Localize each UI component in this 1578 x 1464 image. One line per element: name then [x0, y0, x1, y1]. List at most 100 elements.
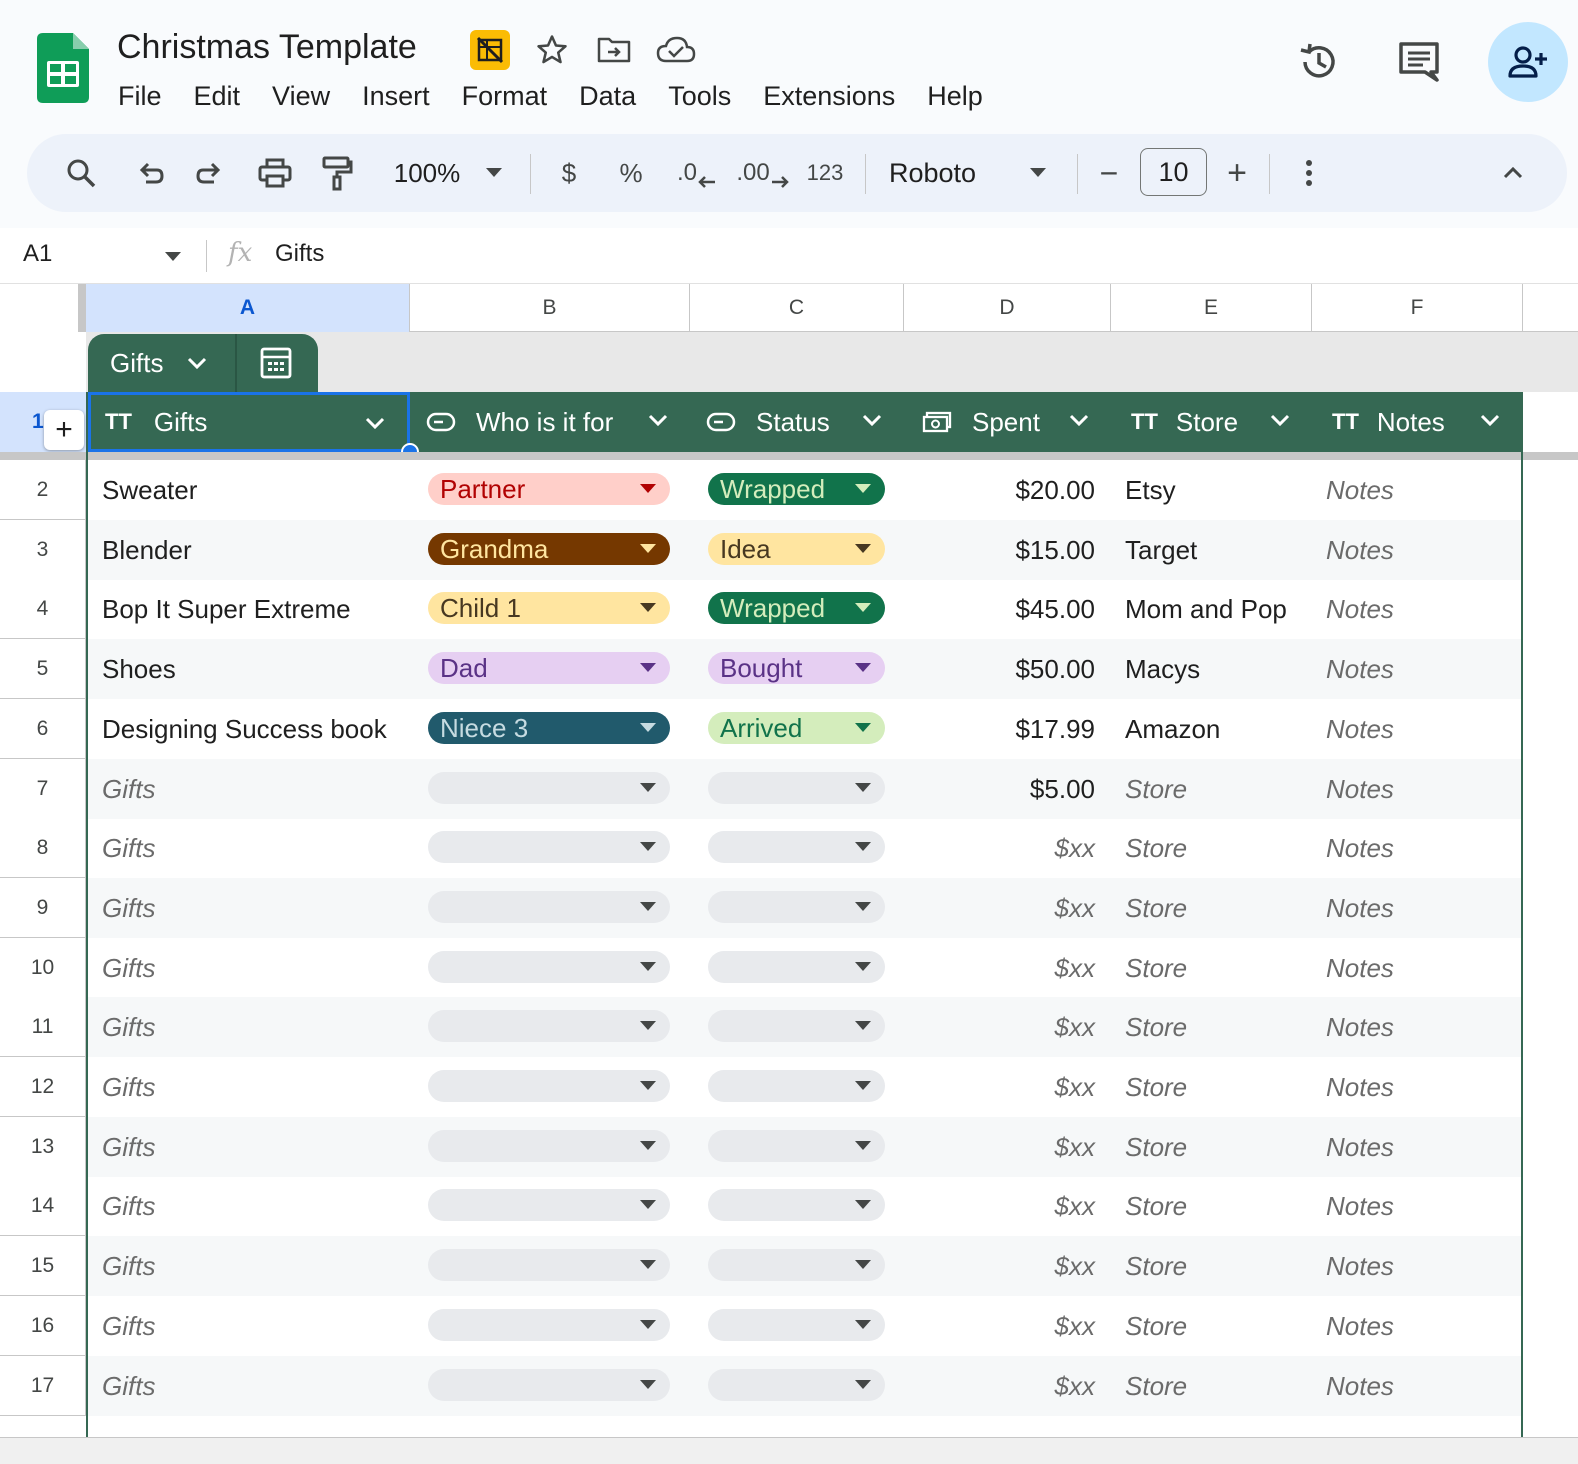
notes-cell[interactable]: Notes	[1312, 1176, 1522, 1236]
gift-cell[interactable]: Gifts	[88, 1296, 410, 1356]
increase-decimal-button[interactable]: .00	[731, 134, 795, 212]
format-currency-button[interactable]: $	[543, 134, 595, 212]
recipient-chip[interactable]	[428, 1130, 670, 1162]
notes-cell[interactable]: Notes	[1312, 938, 1522, 998]
collapse-menus-icon[interactable]	[1493, 134, 1533, 212]
store-cell[interactable]: Etsy	[1111, 460, 1312, 520]
print-icon[interactable]	[247, 134, 303, 212]
spent-cell[interactable]: $xx	[904, 1356, 1111, 1416]
recipient-chip[interactable]	[428, 1369, 670, 1401]
notes-cell[interactable]: Notes	[1312, 1296, 1522, 1356]
name-box-caret-icon[interactable]	[165, 252, 181, 262]
spent-cell[interactable]: $xx	[904, 938, 1111, 998]
notes-cell[interactable]: Notes	[1312, 460, 1522, 520]
recipient-chip[interactable]	[428, 831, 670, 863]
move-to-folder-icon[interactable]	[594, 30, 634, 70]
row-header[interactable]: 14	[0, 1176, 86, 1236]
gift-cell[interactable]: Gifts	[88, 1117, 410, 1177]
store-cell[interactable]: Amazon	[1111, 699, 1312, 759]
row-header[interactable]: 12	[0, 1057, 86, 1117]
status-chip[interactable]	[708, 1249, 885, 1281]
spent-cell[interactable]: $xx	[904, 1117, 1111, 1177]
recipient-chip[interactable]	[428, 772, 670, 804]
menu-help[interactable]: Help	[911, 78, 999, 114]
status-chip[interactable]: Wrapped	[708, 592, 885, 624]
gift-cell[interactable]: Blender	[88, 520, 410, 580]
undo-icon[interactable]	[121, 134, 177, 212]
status-chip[interactable]	[708, 1369, 885, 1401]
notes-cell[interactable]: Notes	[1312, 1057, 1522, 1117]
chevron-down-icon[interactable]	[1069, 414, 1089, 426]
row-header[interactable]: 9	[0, 878, 86, 938]
gift-cell[interactable]: Gifts	[88, 1057, 410, 1117]
recipient-chip[interactable]	[428, 1189, 670, 1221]
store-cell[interactable]: Target	[1111, 520, 1312, 580]
column-header-b[interactable]: B	[410, 284, 690, 332]
gift-cell[interactable]: Shoes	[88, 639, 410, 699]
spent-cell[interactable]: $xx	[904, 1176, 1111, 1236]
gift-cell[interactable]: Gifts	[88, 1176, 410, 1236]
paint-format-icon[interactable]	[309, 134, 365, 212]
table-header-notes[interactable]: TT Notes	[1312, 392, 1522, 452]
column-header-a[interactable]: A	[86, 284, 410, 332]
recipient-chip[interactable]: Child 1	[428, 592, 670, 624]
table-header-gifts[interactable]: TT Gifts	[88, 392, 410, 452]
spent-cell[interactable]: $17.99	[904, 699, 1111, 759]
notes-cell[interactable]: Notes	[1312, 639, 1522, 699]
notes-cell[interactable]: Notes	[1312, 818, 1522, 878]
menu-data[interactable]: Data	[563, 78, 652, 114]
zoom-caret-icon[interactable]	[479, 134, 509, 212]
table-header-spent[interactable]: Spent	[904, 392, 1111, 452]
redo-icon[interactable]	[183, 134, 239, 212]
chevron-down-icon[interactable]	[1270, 414, 1290, 426]
store-cell[interactable]: Store	[1111, 997, 1312, 1057]
chevron-down-icon[interactable]	[365, 417, 385, 429]
table-settings-icon[interactable]	[259, 346, 293, 380]
notes-cell[interactable]: Notes	[1312, 1117, 1522, 1177]
gift-cell[interactable]: Gifts	[88, 878, 410, 938]
store-cell[interactable]: Store	[1111, 1176, 1312, 1236]
menu-tools[interactable]: Tools	[652, 78, 747, 114]
recipient-chip[interactable]: Niece 3	[428, 712, 670, 744]
menu-view[interactable]: View	[256, 78, 346, 114]
store-cell[interactable]: Store	[1111, 1057, 1312, 1117]
chevron-down-icon[interactable]	[187, 357, 207, 369]
table-header-store[interactable]: TT Store	[1111, 392, 1312, 452]
sheets-logo-icon[interactable]	[37, 33, 89, 103]
menu-edit[interactable]: Edit	[178, 78, 257, 114]
recipient-chip[interactable]	[428, 1010, 670, 1042]
spent-cell[interactable]: $xx	[904, 818, 1111, 878]
no-sync-badge-icon[interactable]	[470, 30, 510, 70]
gift-cell[interactable]: Gifts	[88, 1356, 410, 1416]
format-percent-button[interactable]: %	[605, 134, 657, 212]
star-icon[interactable]	[532, 30, 572, 70]
row-header[interactable]: 13	[0, 1117, 86, 1177]
recipient-chip[interactable]	[428, 891, 670, 923]
column-header-d[interactable]: D	[904, 284, 1111, 332]
gift-cell[interactable]: Gifts	[88, 1236, 410, 1296]
notes-cell[interactable]: Notes	[1312, 759, 1522, 819]
row-header[interactable]: 2	[0, 460, 86, 520]
recipient-chip[interactable]	[428, 951, 670, 983]
notes-cell[interactable]: Notes	[1312, 1236, 1522, 1296]
row-header[interactable]: 6	[0, 699, 86, 759]
store-cell[interactable]: Mom and Pop	[1111, 579, 1312, 639]
spent-cell[interactable]: $15.00	[904, 520, 1111, 580]
row-header[interactable]: 8	[0, 818, 86, 878]
recipient-chip[interactable]	[428, 1249, 670, 1281]
zoom-select[interactable]: 100%	[377, 134, 477, 212]
gift-cell[interactable]: Gifts	[88, 938, 410, 998]
status-chip[interactable]: Bought	[708, 652, 885, 684]
font-size-input[interactable]: 10	[1140, 148, 1207, 196]
gift-cell[interactable]: Sweater	[88, 460, 410, 520]
store-cell[interactable]: Store	[1111, 1236, 1312, 1296]
row-header[interactable]: 4	[0, 579, 86, 639]
spent-cell[interactable]: $xx	[904, 1236, 1111, 1296]
comments-icon[interactable]	[1388, 31, 1450, 93]
status-chip[interactable]	[708, 1130, 885, 1162]
column-header-e[interactable]: E	[1111, 284, 1312, 332]
status-chip[interactable]	[708, 1010, 885, 1042]
gift-cell[interactable]: Gifts	[88, 818, 410, 878]
status-chip[interactable]: Arrived	[708, 712, 885, 744]
recipient-chip[interactable]: Partner	[428, 473, 670, 505]
